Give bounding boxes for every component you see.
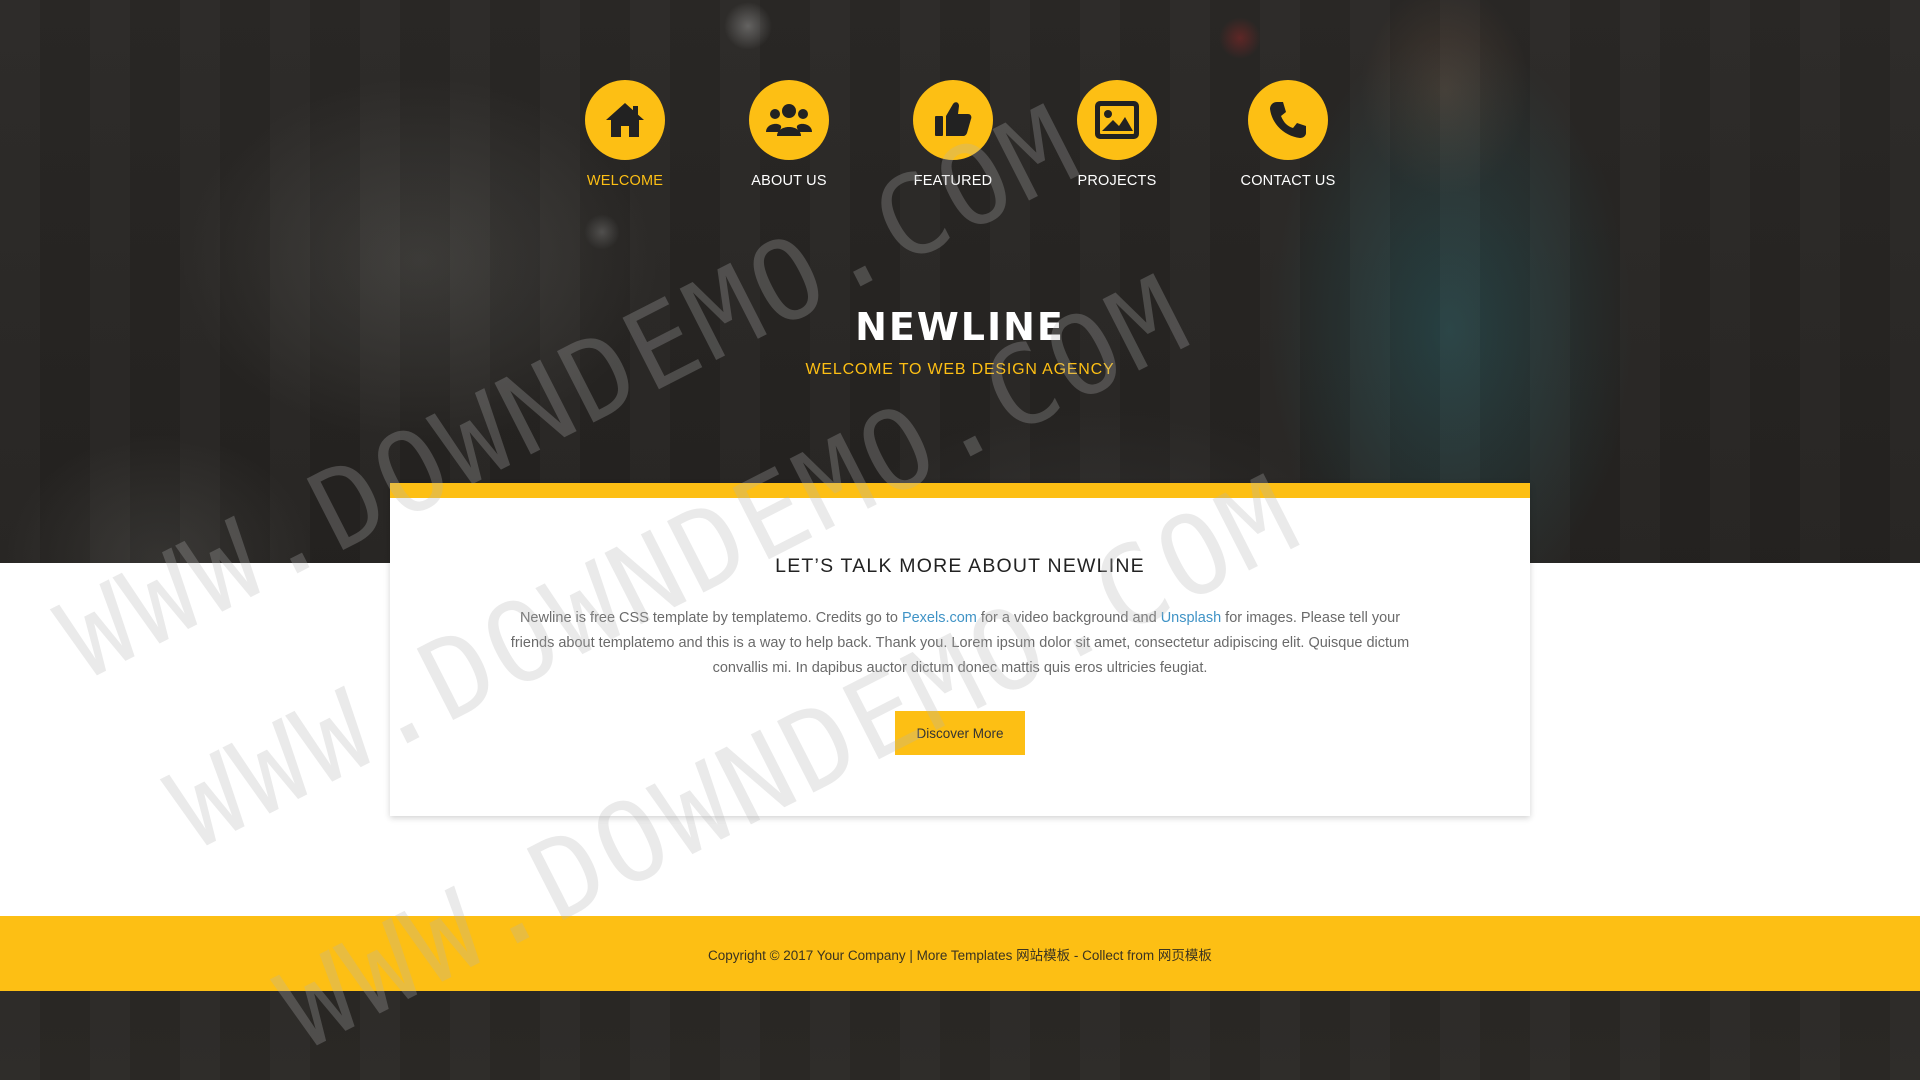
nav-item-about-us[interactable]: ABOUT US (719, 80, 859, 189)
footer-copyright: Copyright © 2017 Your Company | More Tem… (708, 947, 1212, 963)
nav-label-projects[interactable]: PROJECTS (1047, 173, 1187, 189)
thumbs-up-icon[interactable] (913, 80, 993, 160)
nav-label-welcome[interactable]: WELCOME (555, 173, 695, 189)
phone-icon[interactable] (1248, 80, 1328, 160)
nav-item-contact-us[interactable]: CONTACT US (1218, 80, 1358, 189)
about-text-part1: Newline is free CSS template by template… (519, 610, 902, 626)
about-card: LET’S TALK MORE ABOUT NEWLINE Newline is… (390, 483, 1530, 816)
discover-more-button[interactable]: Discover More (895, 711, 1025, 755)
hero-subtitle: WELCOME TO WEB DESIGN AGENCY (805, 361, 1115, 378)
about-text: Newline is free CSS template by template… (510, 606, 1410, 681)
nav-label-about-us[interactable]: ABOUT US (719, 173, 859, 189)
pexels-link[interactable]: Pexels.com (902, 610, 977, 626)
unsplash-link[interactable]: Unsplash (1161, 610, 1221, 626)
nav-label-contact-us[interactable]: CONTACT US (1218, 173, 1358, 189)
about-text-part2: for a video background and (976, 610, 1161, 626)
nav-item-welcome[interactable]: WELCOME (555, 80, 695, 189)
nav-item-projects[interactable]: PROJECTS (1047, 80, 1187, 189)
home-icon[interactable] (585, 80, 665, 160)
hero-title: NEWLINE (855, 305, 1065, 349)
nav-label-featured[interactable]: FEATURED (883, 173, 1023, 189)
image-icon[interactable] (1077, 80, 1157, 160)
nav-item-featured[interactable]: FEATURED (883, 80, 1023, 189)
about-title: LET’S TALK MORE ABOUT NEWLINE (775, 555, 1145, 577)
users-icon[interactable] (749, 80, 829, 160)
card-accent-bar (390, 483, 1530, 498)
footer: Copyright © 2017 Your Company | More Tem… (0, 916, 1920, 991)
